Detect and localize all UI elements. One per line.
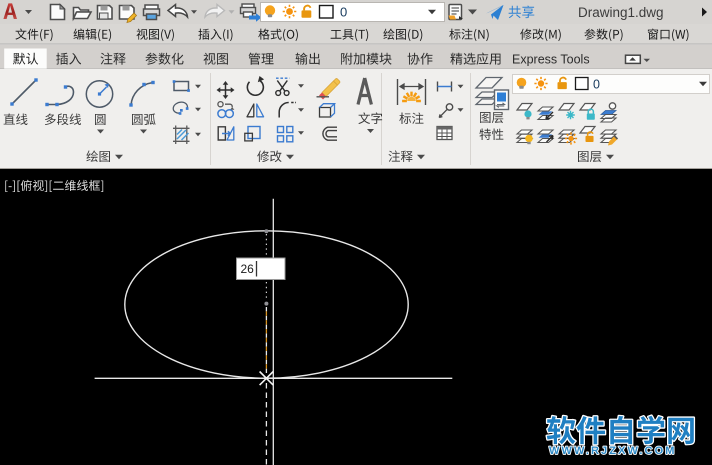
svg-text:0: 0 bbox=[340, 5, 347, 20]
svg-text:26: 26 bbox=[241, 262, 255, 276]
svg-text:Express Tools: Express Tools bbox=[512, 52, 590, 66]
svg-text:Drawing1.dwg: Drawing1.dwg bbox=[578, 5, 664, 20]
svg-text:WWW.RJZXW.COM: WWW.RJZXW.COM bbox=[549, 445, 677, 457]
svg-text:0: 0 bbox=[593, 78, 600, 92]
